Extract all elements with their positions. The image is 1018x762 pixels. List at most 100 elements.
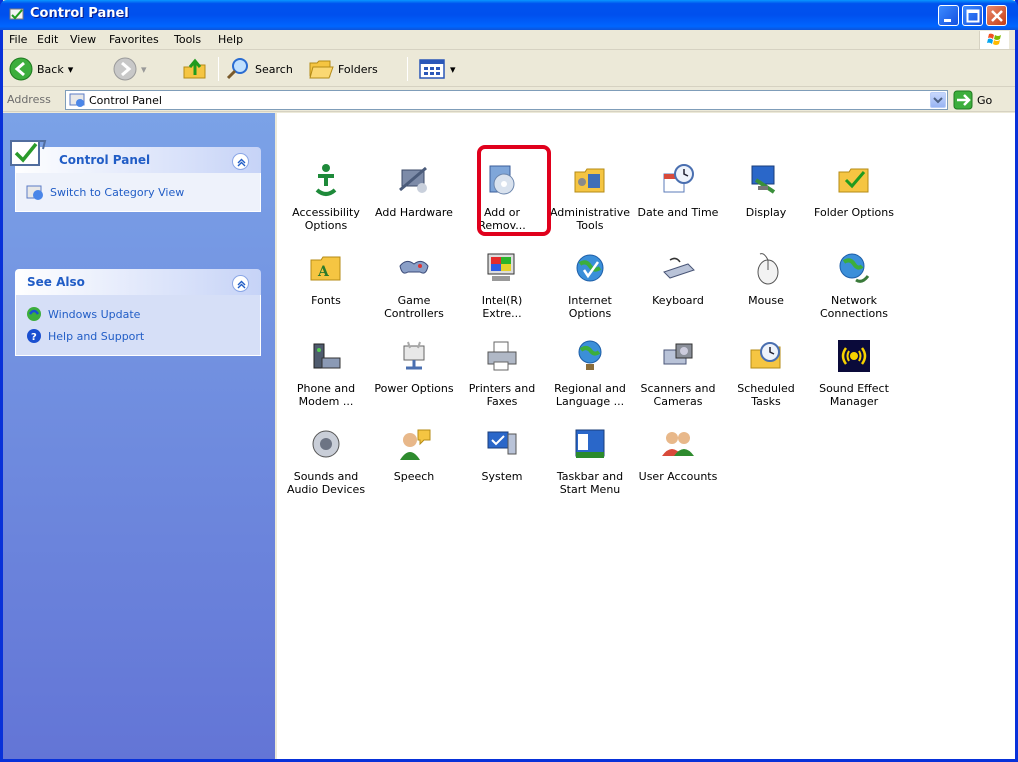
go-label: Go — [977, 93, 993, 107]
folder-options-item[interactable]: Folder Options — [810, 158, 898, 254]
toolbar: Back ▾ ▾ Search Folders ▾ — [3, 51, 1015, 87]
add-hardware-item[interactable]: Add Hardware — [370, 158, 458, 254]
date-and-time-item[interactable]: Date and Time — [634, 158, 722, 254]
fonts-icon: A — [310, 256, 341, 281]
item-label: Date and Time — [637, 206, 719, 219]
accessibility-icon — [315, 164, 337, 196]
intel-extreme-graphics-item[interactable]: Intel(R) Extre... — [458, 246, 546, 342]
switch-to-category-view-link[interactable]: Switch to Category View — [26, 181, 250, 203]
category-view-icon — [26, 185, 43, 200]
scanners-and-cameras-item[interactable]: Scanners and Cameras — [634, 334, 722, 430]
collapse-button[interactable] — [232, 153, 249, 170]
globe-icon — [578, 340, 602, 370]
control-panel-box-header[interactable]: Control Panel — [10, 140, 261, 173]
regional-and-language-item[interactable]: Regional and Language ... — [546, 334, 634, 430]
title-bar[interactable]: Control Panel — [0, 0, 1018, 30]
printer-icon — [487, 341, 517, 371]
control-panel-box-body: Switch to Category View — [15, 173, 261, 212]
item-label: Regional and Language ... — [554, 382, 626, 408]
address-dropdown-button[interactable] — [930, 92, 946, 108]
back-dropdown-icon[interactable]: ▾ — [68, 63, 74, 76]
search-button[interactable]: Search — [225, 55, 293, 83]
scanner-camera-icon — [663, 343, 693, 365]
system-item[interactable]: System — [458, 422, 546, 518]
windows-update-link[interactable]: Windows Update — [26, 303, 250, 325]
speaker-icon — [312, 430, 340, 458]
menu-view[interactable]: View — [70, 33, 96, 46]
switch-view-label: Switch to Category View — [50, 185, 185, 199]
item-label: Sound Effect Manager — [819, 382, 889, 408]
close-button[interactable] — [986, 5, 1007, 26]
svg-text:A: A — [317, 264, 330, 280]
administrative-tools-item[interactable]: Administrative Tools — [546, 158, 634, 254]
item-label: Game Controllers — [384, 294, 444, 320]
highlight-annotation — [477, 145, 551, 236]
folders-button[interactable]: Folders — [308, 55, 378, 83]
see-also-body: Windows Update ? Help and Support — [15, 295, 261, 356]
back-label: Back — [37, 62, 64, 76]
phone-and-modem-item[interactable]: Phone and Modem ... — [282, 334, 370, 430]
menu-favorites[interactable]: Favorites — [109, 33, 159, 46]
item-label: System — [481, 470, 523, 483]
mouse-item[interactable]: Mouse — [722, 246, 810, 342]
menu-bar: File Edit View Favorites Tools Help — [3, 30, 1015, 50]
keyboard-item[interactable]: Keyboard — [634, 246, 722, 342]
address-field[interactable]: Control Panel — [65, 90, 948, 110]
views-dropdown-icon[interactable]: ▾ — [450, 63, 456, 76]
item-label: Display — [745, 206, 787, 219]
network-connections-item[interactable]: Network Connections — [810, 246, 898, 342]
forward-button[interactable]: ▾ — [113, 55, 147, 83]
item-label: Internet Options — [568, 294, 612, 320]
sounds-and-audio-devices-item[interactable]: Sounds and Audio Devices — [282, 422, 370, 518]
control-panel-items: Accessibility Options Add Hardware Add or… — [277, 113, 1015, 759]
accessibility-options-item[interactable]: Accessibility Options — [282, 158, 370, 254]
go-button[interactable]: Go — [953, 90, 992, 110]
item-label: Scanners and Cameras — [640, 382, 716, 408]
scheduled-tasks-item[interactable]: Scheduled Tasks — [722, 334, 810, 430]
maximize-button[interactable] — [962, 5, 983, 26]
menu-tools[interactable]: Tools — [174, 33, 201, 46]
power-options-item[interactable]: Power Options — [370, 334, 458, 430]
up-folder-button[interactable] — [181, 55, 209, 83]
help-icon: ? — [27, 329, 41, 343]
taskbar-and-start-menu-item[interactable]: Taskbar and Start Menu — [546, 422, 634, 518]
item-label: Speech — [393, 470, 435, 483]
display-item[interactable]: Display — [722, 158, 810, 254]
user-accounts-item[interactable]: User Accounts — [634, 422, 722, 518]
minimize-button[interactable] — [938, 5, 959, 26]
help-and-support-label: Help and Support — [48, 329, 145, 343]
views-button[interactable]: ▾ — [418, 55, 456, 83]
menu-edit[interactable]: Edit — [37, 33, 58, 46]
collapse-button[interactable] — [232, 275, 249, 292]
speech-icon — [400, 429, 431, 460]
up-folder-icon — [183, 58, 206, 79]
item-label: Administrative Tools — [549, 206, 631, 232]
address-bar: Address Control Panel Go — [3, 88, 1015, 112]
control-panel-window: Control Panel File Edit View Favorites T… — [0, 0, 1018, 762]
back-arrow-icon — [9, 57, 33, 81]
intel-graphics-icon — [487, 253, 515, 281]
item-label: Intel(R) Extre... — [481, 294, 523, 320]
forward-dropdown-icon[interactable]: ▾ — [141, 63, 147, 76]
add-hardware-icon — [399, 166, 427, 193]
printers-and-faxes-item[interactable]: Printers and Faxes — [458, 334, 546, 430]
control-panel-small-icon — [69, 93, 85, 107]
scheduled-tasks-icon — [750, 342, 781, 369]
forward-arrow-icon — [113, 57, 137, 81]
sound-effect-manager-item[interactable]: Sound Effect Manager — [810, 334, 898, 430]
address-label: Address — [7, 93, 51, 106]
game-controllers-item[interactable]: Game Controllers — [370, 246, 458, 342]
help-and-support-link[interactable]: ? Help and Support — [26, 325, 250, 347]
item-label: Mouse — [748, 294, 784, 307]
folders-icon — [309, 60, 334, 79]
speech-item[interactable]: Speech — [370, 422, 458, 518]
internet-options-item[interactable]: Internet Options — [546, 246, 634, 342]
fonts-item[interactable]: A Fonts — [282, 246, 370, 342]
see-also-header[interactable]: See Also — [15, 269, 261, 295]
control-panel-icon — [9, 8, 24, 20]
address-value: Control Panel — [89, 94, 162, 107]
back-button[interactable]: Back ▾ — [9, 55, 73, 83]
date-time-icon — [663, 164, 694, 193]
menu-file[interactable]: File — [9, 33, 27, 46]
menu-help[interactable]: Help — [218, 33, 243, 46]
